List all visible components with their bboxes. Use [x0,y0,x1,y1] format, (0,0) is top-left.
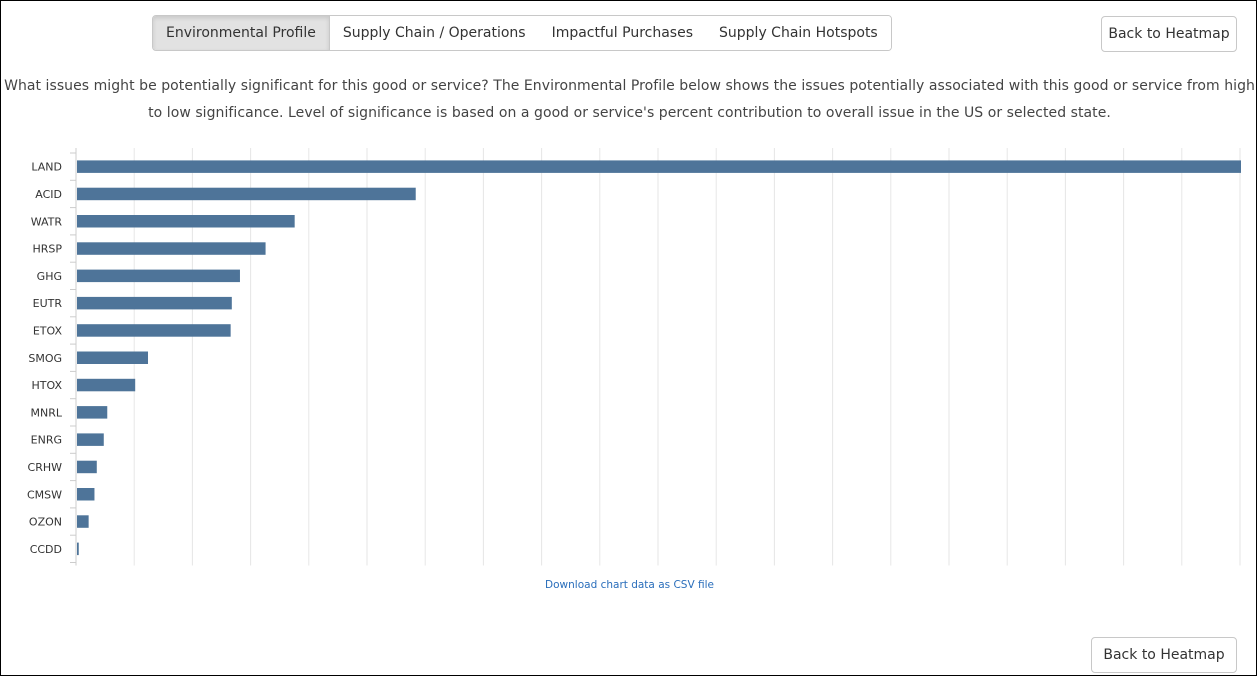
y-tick-label: HTOX [32,379,63,392]
y-tick-label: EUTR [33,297,63,310]
y-tick-label: GHG [37,270,62,283]
y-tick-label: CRHW [28,461,63,474]
y-tick-label: CMSW [27,488,62,501]
bar-enrg [77,433,104,446]
y-tick-label: LAND [31,161,62,174]
bar-acid [77,187,416,201]
y-tick-label: MNRL [31,406,63,419]
bar-hrsp [77,242,266,255]
bar-smog [77,351,149,364]
download-csv-link[interactable]: Download chart data as CSV file [0,579,1259,591]
y-tick-label: SMOG [28,352,62,365]
bar-htox [77,378,136,392]
tab-impactful-purchases[interactable]: Impactful Purchases [538,16,707,50]
tab-bar: Environmental Profile Supply Chain / Ope… [152,15,892,51]
bar-cmsw [77,488,95,501]
tab-environmental-profile[interactable]: Environmental Profile [153,16,330,50]
y-tick-label: ACID [35,188,62,201]
back-to-heatmap-button-bottom[interactable]: Back to Heatmap [1091,637,1237,673]
bar-eutr [77,296,232,310]
bar-crhw [77,460,97,474]
bar-land [77,160,1241,173]
y-tick-label: ETOX [33,324,63,337]
environmental-profile-chart: LAND ACID WATR HRSP GHG EUTR ETOX SMOG HTOX MNRL E… [27,148,1241,566]
bar-ccdd [77,542,79,556]
y-tick-label: CCDD [30,543,62,556]
back-to-heatmap-button-top[interactable]: Back to Heatmap [1101,16,1237,52]
y-tick-label: HRSP [32,243,62,256]
bar-ghg [77,269,240,283]
tab-supply-chain-operations[interactable]: Supply Chain / Operations [329,16,539,50]
description-text: What issues might be potentially signifi… [4,78,1255,121]
tab-supply-chain-hotspots[interactable]: Supply Chain Hotspots [706,16,891,50]
bar-watr [77,215,295,228]
bar-etox [77,324,231,337]
y-tick-label: ENRG [31,434,62,447]
y-tick-label: WATR [31,215,63,228]
bar-mnrl [77,406,108,419]
bar-ozon [77,515,89,528]
y-tick-label: OZON [29,516,62,529]
